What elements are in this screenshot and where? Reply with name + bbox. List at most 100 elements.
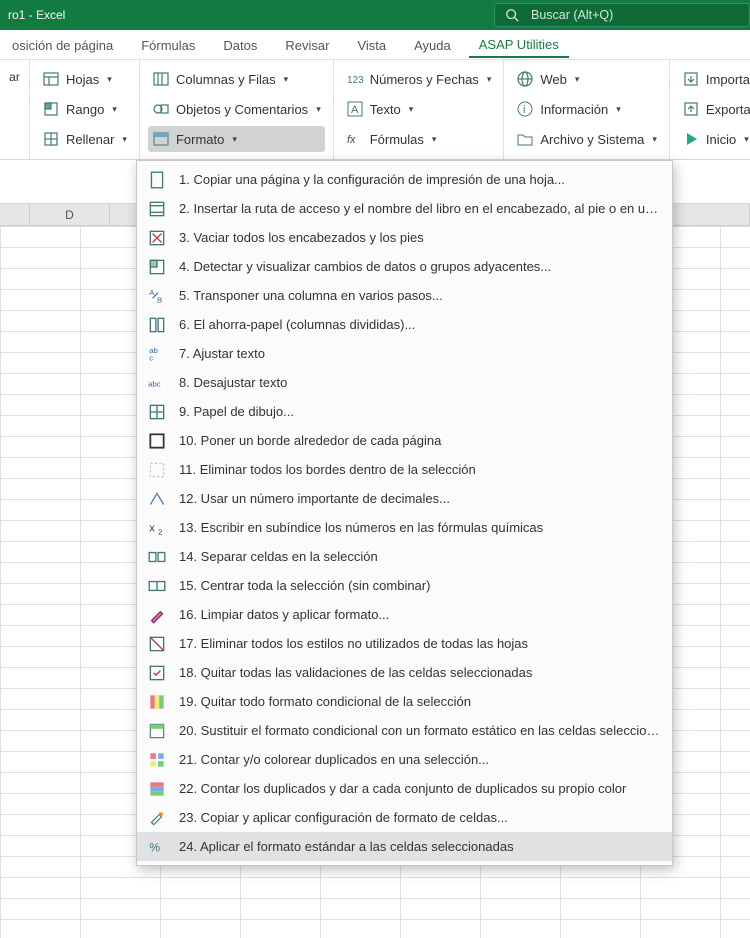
btn-archivo-sistema[interactable]: Archivo y Sistema▾ (512, 126, 661, 152)
search-placeholder: Buscar (Alt+Q) (531, 8, 613, 22)
tab-review[interactable]: Revisar (275, 32, 339, 58)
ribbon-group-2: Columnas y Filas▾ Objetos y Comentarios▾… (140, 60, 334, 159)
menu-item-clear-headers[interactable]: 3. Vaciar todos los encabezados y los pi… (137, 223, 672, 252)
menu-item-paper-saver[interactable]: 6. El ahorra-papel (columnas divididas).… (137, 310, 672, 339)
validation-icon (147, 663, 167, 683)
play-icon (682, 130, 700, 148)
page-icon (147, 170, 167, 190)
import-icon (682, 70, 700, 88)
no-border-icon (147, 460, 167, 480)
menu-item-copy-page-print[interactable]: 1. Copiar una página y la configuración … (137, 165, 672, 194)
svg-text:i: i (523, 104, 525, 116)
header-footer-icon (147, 199, 167, 219)
clean-icon (147, 605, 167, 625)
tab-view[interactable]: Vista (347, 32, 396, 58)
menu-item-page-border[interactable]: 10. Poner un borde alrededor de cada pág… (137, 426, 672, 455)
svg-text:2: 2 (158, 527, 162, 536)
menu-item-unmerge[interactable]: 14. Separar celdas en la selección (137, 542, 672, 571)
unmerge-icon (147, 547, 167, 567)
btn-objetos-comentarios[interactable]: Objetos y Comentarios▾ (148, 96, 325, 122)
menu-item-remove-validations[interactable]: 18. Quitar todas las validaciones de las… (137, 658, 672, 687)
format-icon (152, 130, 170, 148)
range-icon (42, 100, 60, 118)
transpose-icon: AB (147, 286, 167, 306)
btn-hojas[interactable]: Hojas▾ (38, 66, 131, 92)
menu-item-subscript[interactable]: x2 13. Escribir en subíndice los números… (137, 513, 672, 542)
ribbon: ar Hojas▾ Rango▾ Rellenar▾ Columnas y Fi… (0, 60, 750, 160)
menu-item-replace-conditional[interactable]: 20. Sustituir el formato condicional con… (137, 716, 672, 745)
chevron-down-icon: ▾ (284, 74, 289, 85)
btn-formulas[interactable]: fx Fórmulas▾ (342, 126, 496, 152)
menu-item-copy-format[interactable]: 23. Copiar y aplicar configuración de fo… (137, 803, 672, 832)
conditional-icon (147, 692, 167, 712)
col-header[interactable]: D (30, 204, 110, 225)
border-icon (147, 431, 167, 451)
folder-icon (516, 130, 534, 148)
menu-item-transpose[interactable]: AB 5. Transponer una columna en varios p… (137, 281, 672, 310)
btn-numeros-fechas[interactable]: 123 Números y Fechas▾ (342, 66, 496, 92)
chevron-down-icon: ▾ (744, 134, 749, 145)
btn-columnas-filas[interactable]: Columnas y Filas▾ (148, 66, 325, 92)
dupes-icon (147, 750, 167, 770)
btn-exportar[interactable]: Exportar▾ (678, 96, 750, 122)
svg-text:A: A (149, 287, 155, 296)
decimals-icon (147, 489, 167, 509)
chevron-down-icon: ▾ (112, 104, 117, 115)
search-icon (505, 8, 519, 22)
tab-asap-utilities[interactable]: ASAP Utilities (469, 31, 569, 58)
svg-text:B: B (157, 295, 162, 304)
menu-item-color-dupe-groups[interactable]: 22. Contar los duplicados y dar a cada c… (137, 774, 672, 803)
clear-icon (147, 228, 167, 248)
search-box[interactable]: Buscar (Alt+Q) (494, 3, 750, 27)
ribbon-group-1: Hojas▾ Rango▾ Rellenar▾ (30, 60, 140, 159)
unwrap-icon: abc (147, 373, 167, 393)
menu-item-decimals[interactable]: 12. Usar un número importante de decimal… (137, 484, 672, 513)
svg-text:c: c (149, 353, 153, 362)
chevron-down-icon: ▾ (575, 74, 580, 85)
menu-item-remove-styles[interactable]: 17. Eliminar todos los estilos no utiliz… (137, 629, 672, 658)
menu-item-remove-borders[interactable]: 11. Eliminar todos los bordes dentro de … (137, 455, 672, 484)
btn-rango[interactable]: Rango▾ (38, 96, 131, 122)
formato-dropdown-menu: 1. Copiar una página y la configuración … (136, 160, 673, 866)
menu-item-clean-data[interactable]: 16. Limpiar datos y aplicar formato... (137, 600, 672, 629)
menu-item-detect-changes[interactable]: 4. Detectar y visualizar cambios de dato… (137, 252, 672, 281)
chevron-down-icon: ▾ (316, 104, 321, 115)
btn-informacion[interactable]: i Información▾ (512, 96, 661, 122)
menu-item-center-across[interactable]: 15. Centrar toda la selección (sin combi… (137, 571, 672, 600)
tab-page-layout[interactable]: osición de página (2, 32, 123, 58)
title-bar: ro1 - Excel Buscar (Alt+Q) (0, 0, 750, 30)
svg-text:A: A (351, 104, 359, 116)
btn-texto[interactable]: A Texto▾ (342, 96, 496, 122)
select-all-corner[interactable] (0, 204, 30, 225)
tab-formulas[interactable]: Fórmulas (131, 32, 205, 58)
ribbon-group-5: Importar▾ Exportar▾ Inicio▾ (670, 60, 750, 159)
menu-item-wrap-text[interactable]: abc 7. Ajustar texto (137, 339, 672, 368)
menu-item-count-color-dupes[interactable]: 21. Contar y/o colorear duplicados en un… (137, 745, 672, 774)
chevron-down-icon: ▾ (122, 134, 127, 145)
btn-web[interactable]: Web▾ (512, 66, 661, 92)
replace-format-icon (147, 721, 167, 741)
detect-icon (147, 257, 167, 277)
styles-icon (147, 634, 167, 654)
btn-rellenar[interactable]: Rellenar▾ (38, 126, 131, 152)
text-icon: A (346, 100, 364, 118)
menu-item-drawing-paper[interactable]: 9. Papel de dibujo... (137, 397, 672, 426)
dupe-groups-icon (147, 779, 167, 799)
btn-importar[interactable]: Importar▾ (678, 66, 750, 92)
btn-formato[interactable]: Formato▾ (148, 126, 325, 152)
col-header[interactable] (670, 204, 750, 225)
tab-help[interactable]: Ayuda (404, 32, 461, 58)
menu-item-remove-conditional[interactable]: 19. Quitar todo formato condicional de l… (137, 687, 672, 716)
menu-item-apply-standard-format[interactable]: % 24. Aplicar el formato estándar a las … (137, 832, 672, 861)
columns-rows-icon (152, 70, 170, 88)
svg-text:abc: abc (148, 379, 161, 388)
objects-icon (152, 100, 170, 118)
menu-item-insert-path[interactable]: 2. Insertar la ruta de acceso y el nombr… (137, 194, 672, 223)
menu-item-unwrap-text[interactable]: abc 8. Desajustar texto (137, 368, 672, 397)
export-icon (682, 100, 700, 118)
tab-data[interactable]: Datos (213, 32, 267, 58)
center-icon (147, 576, 167, 596)
btn-inicio[interactable]: Inicio▾ (678, 126, 750, 152)
svg-text:fx: fx (347, 134, 356, 146)
chevron-down-icon: ▾ (652, 134, 657, 145)
